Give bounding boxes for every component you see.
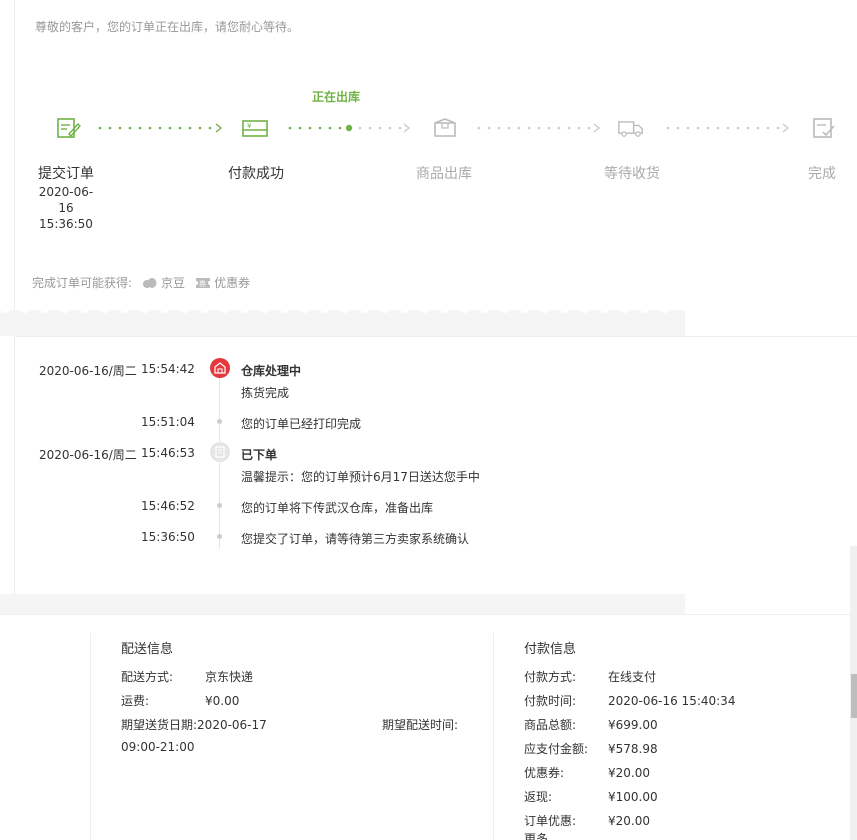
delivery-fee-row: 运费: ¥0.00 [121,692,239,709]
delivery-time-range: 09:00-21:00 [121,740,195,754]
section-separator-2 [0,594,685,614]
step-submit-date: 2020-06-16 [38,185,94,215]
connector-current [288,123,411,133]
rewards-item-coupon-label: 优惠券 [214,276,251,290]
payment-value: ¥578.98 [608,742,658,756]
payment-label: 付款方式: [524,670,577,684]
delivery-method-value: 京东快递 [205,670,254,684]
payment-label: 返现: [524,790,553,804]
connector-done-1 [98,123,223,133]
wave-border [0,310,685,313]
complete-icon [813,118,835,138]
tracking-time-2: 15:51:04 [141,415,195,429]
chevron-down-icon: ⌄ [548,832,562,840]
tracking-time-3: 15:46:53 [141,446,195,460]
step-title-paid: 付款成功 [228,166,284,182]
delivery-fee-label: 运费: [121,694,150,708]
payment-label: 付款时间: [524,694,577,708]
delivery-method-row: 配送方式: 京东快递 [121,668,253,685]
payment-row: 返现: ¥100.00 [524,788,658,805]
current-status-label: 正在出库 [312,90,361,104]
tracking-panel: 2020-06-16/周二 15:54:42 仓库处理中 拣货完成 15:51:… [14,336,857,594]
delivery-time-label: 期望配送时间: [382,718,459,732]
tracking-time-5: 15:36:50 [141,530,195,544]
timeline-dot [217,503,222,508]
payment-value: ¥20.00 [608,766,650,780]
tracking-text-5: 您提交了订单，请等待第三方卖家系统确认 [241,532,470,546]
payment-row: 优惠券: ¥20.00 [524,764,650,781]
step-title-complete: 完成 [808,166,836,182]
order-progress-panel: 尊敬的客户，您的订单正在出库，请您耐心等待。 [14,0,857,310]
truck-icon [618,121,643,137]
tracking-text-2: 您的订单已经打印完成 [241,417,362,431]
warehouse-icon [210,358,230,378]
rewards-label: 完成订单可能获得: [32,276,133,290]
tracking-date-1: 2020-06-16/周二 [39,364,137,378]
payment-row: 商品总额: ¥699.00 [524,716,658,733]
payment-value: 在线支付 [608,670,657,684]
rewards-item-jingdou-label: 京豆 [161,276,186,290]
section-separator [0,310,685,336]
order-notice: 尊敬的客户，您的订单正在出库，请您耐心等待。 [35,20,300,34]
tracking-text-4: 您的订单将下传武汉仓库，准备出库 [241,501,434,515]
coupon-icon: 券 [196,277,211,288]
tracking-text-1: 拣货完成 [241,386,290,400]
delivery-method-label: 配送方式: [121,670,174,684]
order-placed-icon [210,442,230,462]
rewards-row: 完成订单可能获得: 京豆 券 优惠券 [32,274,250,291]
timeline-dot [217,534,222,539]
delivery-title: 配送信息 [121,642,174,657]
payment-value: ¥100.00 [608,790,658,804]
timeline-dot [217,419,222,424]
connector-todo-2 [666,123,790,133]
column-divider [90,633,91,840]
bean-icon [143,277,157,288]
delivery-date-value: 2020-06-17 [197,718,267,732]
more-label: 更多 [524,832,549,840]
package-icon [434,118,456,137]
connector-todo-1 [477,123,601,133]
tracking-title-1: 仓库处理中 [241,364,302,378]
payment-label: 商品总额: [524,718,577,732]
svg-text:券: 券 [199,279,206,288]
step-submit-time: 15:36:50 [39,217,93,231]
delivery-fee-value: ¥0.00 [205,694,240,708]
payment-value: ¥699.00 [608,718,658,732]
svg-text:¥: ¥ [247,122,252,130]
delivery-date-row: 期望送货日期:2020-06-17 [121,716,267,733]
payment-success-icon: ¥ [242,120,268,137]
scrollbar[interactable] [850,546,857,840]
payment-value: ¥20.00 [608,814,650,828]
scrollbar-thumb[interactable] [851,674,857,718]
payment-title: 付款信息 [524,642,577,657]
step-submit-timestamp: 2020-06-16 15:36:50 [33,184,99,232]
step-title-receiving: 等待收货 [604,166,660,182]
payment-value: 2020-06-16 15:40:34 [608,694,736,708]
tracking-title-3: 已下单 [241,448,278,462]
payment-row: 付款时间: 2020-06-16 15:40:34 [524,692,735,709]
payment-row: 订单优惠: ¥20.00 [524,812,650,829]
payment-row: 付款方式: 在线支付 [524,668,656,685]
payment-row: 应支付金额: ¥578.98 [524,740,658,757]
tracking-text-3: 温馨提示：您的订单预计6月17日送达您手中 [241,470,480,484]
tracking-time-1: 15:54:42 [141,362,195,376]
rewards-item-coupon[interactable]: 券 优惠券 [195,274,250,291]
payment-label: 订单优惠: [524,814,577,828]
step-title-submit: 提交订单 [38,166,94,182]
order-info-panel: 配送信息 配送方式: 京东快递 运费: ¥0.00 期望送货日期:2020-06-1… [0,614,857,840]
step-title-shipping: 商品出库 [416,166,472,182]
column-divider [493,633,494,840]
tracking-date-3: 2020-06-16/周二 [39,448,137,462]
payment-label: 优惠券: [524,766,565,780]
more-button[interactable]: 更多 ⌄ [524,833,562,840]
payment-label: 应支付金额: [524,742,589,756]
tracking-time-4: 15:46:52 [141,499,195,513]
submit-order-icon [57,118,81,138]
rewards-item-jingdou[interactable]: 京豆 [142,274,185,291]
delivery-date-label: 期望送货日期: [121,718,198,732]
